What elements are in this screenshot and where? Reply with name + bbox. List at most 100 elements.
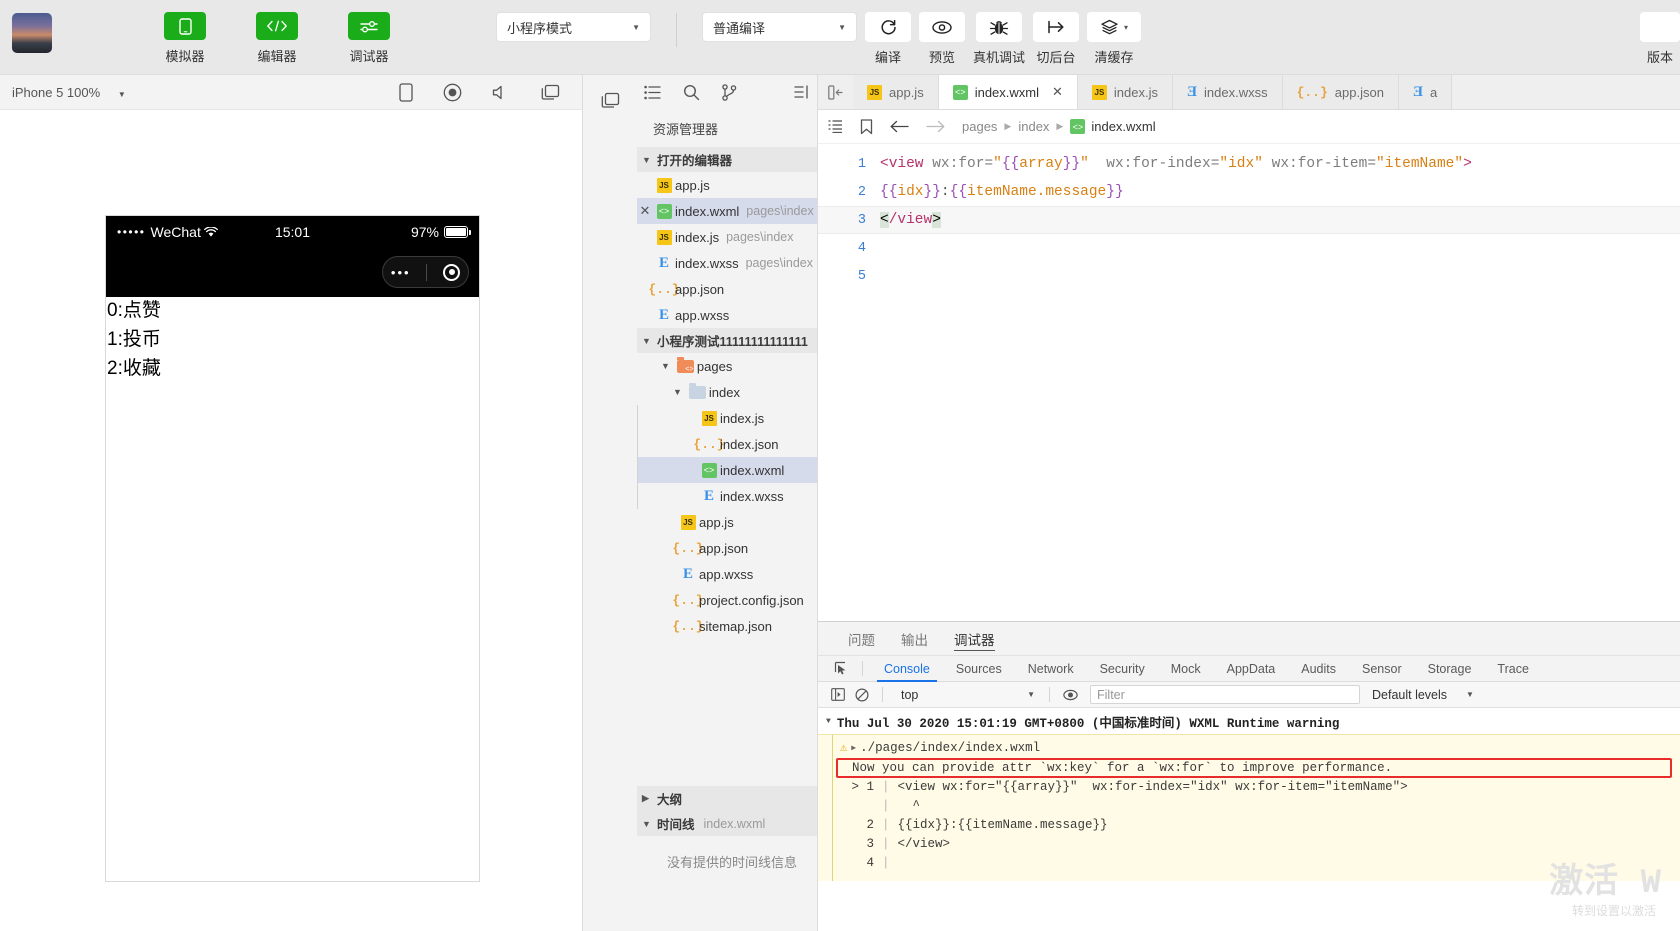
tree-item-file-selected[interactable]: <> index.wxml [637,457,817,483]
wifi-icon [203,226,218,238]
tree-item-file[interactable]: {..} index.json [637,431,817,457]
list-item[interactable]: Ǝ app.wxss [637,302,817,328]
devtools-tab-mock[interactable]: Mock [1158,655,1214,682]
toolbar-button-simulator[interactable]: 模拟器 [150,0,220,65]
toolbar-button-debugger[interactable]: 调试器 [334,0,404,65]
tree-item-file[interactable]: Ǝ index.wxss [637,483,817,509]
compile-mode-select[interactable]: 普通编译 ▼ [702,12,857,42]
editor-tab-index-wxml[interactable]: <> index.wxml ✕ [938,75,1078,109]
json-icon: {..} [648,281,680,297]
tree-item-file[interactable]: JS app.js [637,509,817,535]
record-icon[interactable] [443,83,462,102]
list-item[interactable]: JS app.js [637,172,817,198]
devtools-tab-trace[interactable]: Trace [1484,655,1542,682]
volume-icon[interactable] [492,84,511,101]
inspect-element-icon[interactable] [828,661,854,676]
list-item[interactable]: JS index.js pages\index [637,224,817,250]
tree-item-file[interactable]: {..} sitemap.json [637,613,817,639]
toolbar-action-compile[interactable]: 编译 [865,12,911,66]
toggle-sidebar-icon[interactable] [818,75,853,109]
section-open-editors[interactable]: ▼ 打开的编辑器 [637,147,817,172]
devtools-tab-sources[interactable]: Sources [943,655,1015,682]
toolbar-action-real-device-debug[interactable]: 真机调试 [973,12,1025,66]
console-output[interactable]: ▼ Thu Jul 30 2020 15:01:19 GMT+0800 (中国标… [818,708,1680,931]
editor-tab-label: app.json [1334,84,1384,100]
devtools-tab-audits[interactable]: Audits [1288,655,1349,682]
console-group-header[interactable]: ▼ Thu Jul 30 2020 15:01:19 GMT+0800 (中国标… [818,708,1680,734]
upload-icon [1640,12,1680,42]
tree-item-file[interactable]: {..} app.json [637,535,817,561]
close-icon[interactable]: ✕ [637,203,653,219]
toolbar-button-editor[interactable]: 编辑器 [242,0,312,65]
json-icon: {..} [672,540,704,556]
live-expression-icon[interactable] [1058,688,1082,702]
device-selector-value: iPhone 5 100% [12,84,101,100]
debugger-tab-problems[interactable]: 问题 [848,622,875,655]
editor-tab-app-json[interactable]: {..} app.json [1282,75,1399,109]
list-item[interactable]: ✕ <> index.wxml pages\index [637,198,817,224]
toolbar-button-label: 编辑器 [257,49,297,64]
tree-item-file[interactable]: JS index.js [637,405,817,431]
log-levels-select[interactable]: Default levels ▼ [1372,688,1474,702]
toolbar-action-preview[interactable]: 预览 [919,12,965,66]
tree-item-file[interactable]: {..} project.config.json [637,587,817,613]
line-text: {{idx}}:{{itemName.message}} [880,184,1124,200]
simulator-toolbar-icons [399,82,570,102]
console-filter-input[interactable]: Filter [1090,685,1360,704]
close-icon[interactable]: ✕ [1052,84,1063,100]
devtools-tab-console[interactable]: Console [871,655,943,682]
clear-console-icon[interactable] [850,687,874,702]
list-item[interactable]: Ǝ index.wxss pages\index [637,250,817,276]
source-control-icon[interactable] [722,83,737,101]
tree-item-folder-pages[interactable]: ▼ <> pages [637,353,817,379]
code-editor[interactable]: 1 <view wx:for="{{array}}" wx:for-index=… [818,144,1680,621]
devtools-tab-network[interactable]: Network [1015,655,1087,682]
section-project-root[interactable]: ▼ 小程序测试11111111111111 [637,328,817,353]
console-warning-file: ./pages/index/index.wxml [860,740,1041,755]
debugger-tab-output[interactable]: 输出 [901,622,928,655]
debugger-tab-debugger[interactable]: 调试器 [954,622,995,655]
devtools-tab-appdata[interactable]: AppData [1214,655,1289,682]
breadcrumb-crumb-index[interactable]: index [1018,119,1049,134]
devtools-tab-storage[interactable]: Storage [1415,655,1485,682]
editor-tab-label: a [1429,84,1438,100]
toolbar-action-background[interactable]: 切后台 [1033,12,1080,66]
search-icon[interactable] [683,84,700,101]
top-toolbar: 模拟器 编辑器 调试器 小程序模式 ▼ 普通编译 ▼ 编译 预览 真机调试 切后… [0,0,1680,75]
section-outline[interactable]: ▶ 大纲 [637,786,817,811]
breadcrumb-crumb-pages[interactable]: pages [962,119,997,134]
editor-tab-overflow[interactable]: Ǝ a [1398,75,1453,109]
execution-context-select[interactable]: top ▼ [891,688,1041,702]
devtools-tab-sensor[interactable]: Sensor [1349,655,1415,682]
window-icon[interactable] [601,92,620,109]
outline-icon[interactable] [828,120,843,133]
devtools-tab-security[interactable]: Security [1087,655,1158,682]
editor-tab-index-wxss[interactable]: Ǝ index.wxss [1172,75,1283,109]
target-icon[interactable] [443,263,461,281]
collapse-all-icon[interactable] [792,85,809,99]
capsule-menu[interactable]: ••• [382,256,469,288]
toolbar-action-version[interactable]: 版本 [1640,12,1680,66]
tree-item-file[interactable]: Ǝ app.wxss [637,561,817,587]
bookmark-icon[interactable] [860,118,873,135]
back-arrow-icon[interactable] [890,120,909,133]
files-icon[interactable] [644,85,661,100]
window-icon[interactable] [541,84,560,101]
breadcrumb-crumb-file[interactable]: index.wxml [1091,119,1155,134]
mode-select[interactable]: 小程序模式 ▼ [496,12,651,42]
more-icon[interactable]: ••• [391,265,411,280]
project-name: 小程序测试11111111111111 [657,335,808,349]
list-item[interactable]: {..} app.json [637,276,817,302]
tree-item-folder-index[interactable]: ▼ index [637,379,817,405]
editor-tab-app-js[interactable]: JS app.js [853,75,939,109]
console-warning-file-row[interactable]: ⚠ ▶ ./pages/index/index.wxml [818,738,1680,757]
forward-arrow-icon[interactable] [926,120,945,133]
editor-tab-index-js[interactable]: JS index.js [1077,75,1173,109]
console-sidebar-icon[interactable] [826,688,850,701]
project-avatar[interactable] [12,13,52,53]
device-selector[interactable]: iPhone 5 100% ▼ [12,85,126,100]
section-timeline[interactable]: ▼ 时间线 index.wxml [637,811,817,836]
rotate-device-icon[interactable] [399,82,413,102]
console-filter-bar: top ▼ Filter Default levels ▼ [818,682,1680,708]
toolbar-action-clear-cache[interactable]: ▾ 清缓存 [1087,12,1142,66]
